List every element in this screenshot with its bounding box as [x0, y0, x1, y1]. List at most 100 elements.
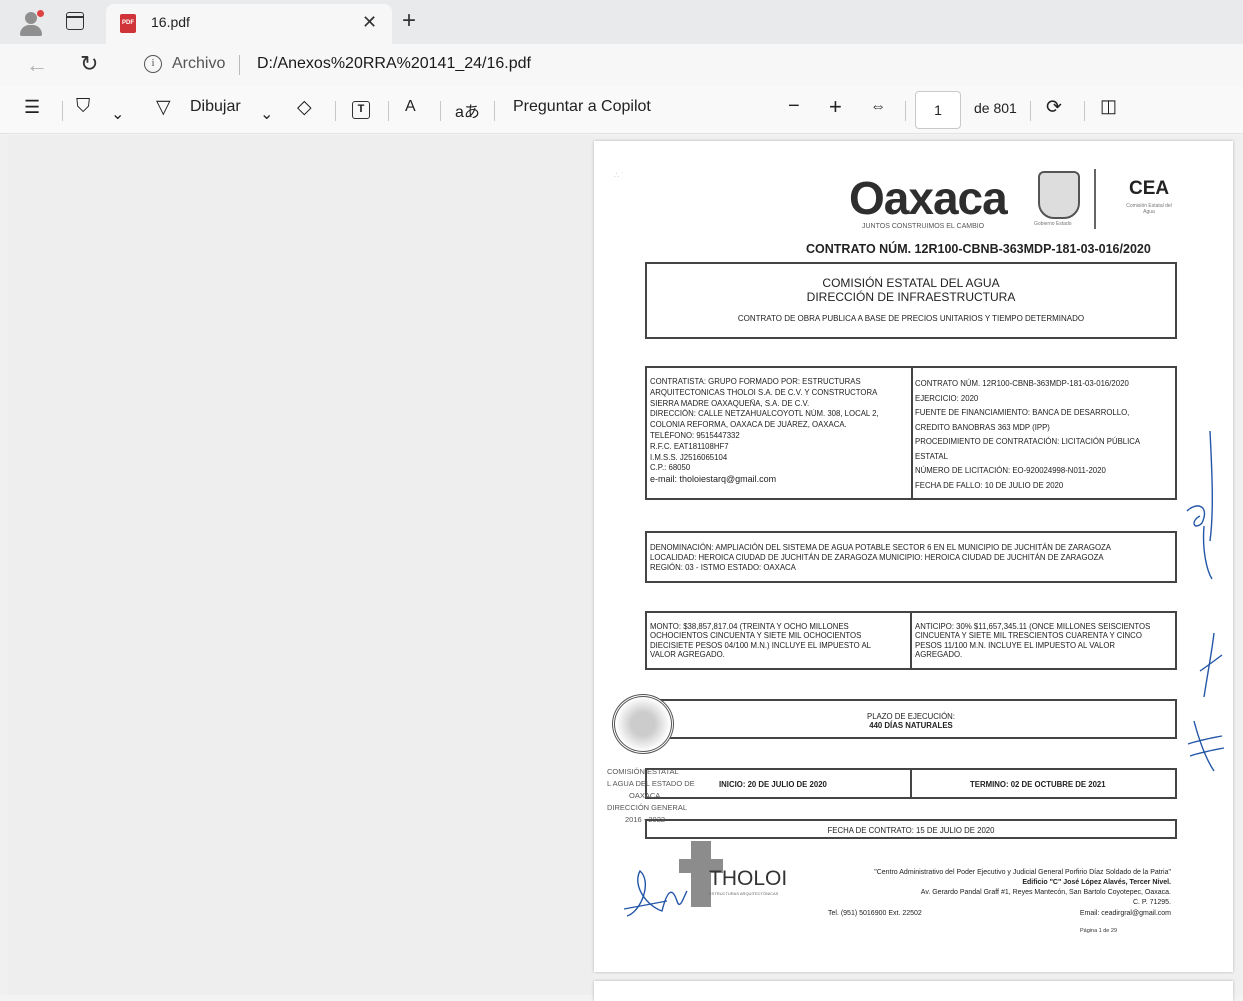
- contract-type: CONTRATO DE OBRA PUBLICA A BASE DE PRECI…: [737, 314, 1085, 323]
- contract-date: FECHA DE CONTRATO: 15 DE JULIO DE 2020: [827, 826, 995, 835]
- advance-line: ANTICIPO: 30% $11,657,345.11 (ONCE MILLO…: [915, 622, 1151, 631]
- contractor-email: e-mail: tholoiestarq@gmail.com: [650, 474, 777, 485]
- stamp-line: DIRECCIÓN GENERAL: [607, 803, 688, 812]
- contractor-line: TELÉFONO: 9515447332: [650, 430, 740, 440]
- contract-line: EJERCICIO: 2020: [915, 393, 979, 403]
- cea-subtitle: Comisión Estatal del Agua: [1126, 203, 1172, 215]
- term-text: PLAZO DE EJECUCIÓN: 440 DÍAS NATURALES: [647, 712, 1175, 730]
- contractor-line: I.M.S.S. J2516065104: [650, 452, 728, 462]
- page-number-input[interactable]: 1: [915, 91, 961, 129]
- address-separator: [239, 55, 240, 75]
- header-divider: [1094, 169, 1096, 229]
- amounts-box: MONTO: $38,857,817.04 (TREINTA Y OCHO MI…: [645, 611, 1177, 670]
- read-aloud-icon[interactable]: A: [405, 98, 416, 116]
- contract-line: CONTRATO NÚM. 12R100-CBNB-363MDP-181-03-…: [915, 379, 1129, 388]
- footer-line: C. P. 71295.: [1132, 899, 1171, 906]
- eraser-icon[interactable]: ◇: [297, 96, 312, 119]
- rotate-icon[interactable]: ⟳: [1046, 96, 1062, 119]
- close-tab-icon[interactable]: ✕: [362, 12, 377, 33]
- highlight-icon[interactable]: ⛉: [76, 96, 90, 118]
- toolbar-separator: [388, 101, 389, 121]
- page-view-icon[interactable]: ◫: [1100, 96, 1117, 117]
- profile-avatar-icon[interactable]: [18, 10, 44, 36]
- footer-phone: Tel. (951) 5016900 Ext. 22502: [828, 910, 922, 917]
- oaxaca-logo: Oaxaca: [849, 172, 1008, 224]
- origin-label: Archivo: [172, 55, 226, 72]
- chevron-down-icon[interactable]: ⌄: [111, 104, 124, 124]
- toolbar-separator: [1030, 101, 1031, 121]
- chevron-down-icon[interactable]: ⌄: [260, 104, 273, 124]
- oaxaca-tagline: JUNTOS CONSTRUIMOS EL CAMBIO: [862, 223, 985, 230]
- draw-button[interactable]: Dibujar: [190, 98, 241, 116]
- toolbar-separator: [494, 101, 495, 121]
- page-counter: Página 1 de 29: [1080, 928, 1118, 934]
- contract-line: FUENTE DE FINANCIAMIENTO: BANCA DE DESAR…: [915, 408, 1130, 417]
- locality-line: LOCALIDAD: HEROICA CIUDAD DE JUCHITÁN DE…: [650, 552, 1104, 562]
- term-label: PLAZO DE EJECUCIÓN:: [867, 712, 955, 721]
- amount-line: DIECISIETE PESOS 04/100 M.N.) INCLUYE EL…: [650, 640, 871, 650]
- contractor-line: R.F.C. EAT181108HF7: [650, 441, 729, 451]
- toolbar-separator: [335, 101, 336, 121]
- translate-icon[interactable]: aあ: [455, 98, 480, 122]
- dates-box: INICIO: 20 DE JULIO DE 2020 TERMINO: 02 …: [645, 768, 1177, 799]
- end-date: TERMINO: 02 DE OCTUBRE DE 2021: [970, 780, 1106, 789]
- reload-icon[interactable]: ↻: [80, 51, 98, 77]
- contractor-info: CONTRATISTA: GRUPO FORMADO POR: ESTRUCTU…: [650, 377, 910, 485]
- add-text-icon[interactable]: T: [352, 101, 370, 119]
- footer-line: Av. Gerardo Pandal Graff #1, Reyes Mante…: [920, 889, 1171, 896]
- amount-line: VALOR AGREGADO.: [650, 650, 725, 660]
- toolbar-separator: [62, 101, 63, 121]
- ask-copilot-button[interactable]: Preguntar a Copilot: [513, 98, 651, 116]
- amount-line: MONTO: $38,857,817.04 (TREINTA Y OCHO MI…: [650, 622, 849, 631]
- region-line: REGIÓN: 03 - ISTMO ESTADO: OAXACA: [650, 562, 796, 572]
- contractor-line: ARQUITECTONICAS THOLOI S.A. DE C.V. Y CO…: [650, 387, 878, 397]
- contract-line: NÚMERO DE LICITACIÓN: EO-920024998-N011-…: [915, 466, 1106, 475]
- info-icon[interactable]: i: [144, 55, 162, 73]
- seal-caption: Gobierno Estado: [1034, 221, 1072, 227]
- zoom-in-icon[interactable]: +: [829, 94, 842, 120]
- stamp-line: L AGUA DEL ESTADO DE: [607, 779, 695, 788]
- viewer-left-area: [8, 135, 593, 995]
- contract-info: CONTRATO NÚM. 12R100-CBNB-363MDP-181-03-…: [915, 377, 1175, 493]
- contractor-line: DIRECCIÓN: CALLE NETZAHUALCOYOTL NÚM. 30…: [650, 409, 879, 419]
- contract-line: CREDITO BANOBRAS 363 MDP (IPP): [915, 422, 1050, 432]
- page-total-label: de 801: [974, 100, 1017, 116]
- back-arrow-icon[interactable]: ←: [26, 52, 48, 78]
- stamp-line: COMISIÓN ESTATAL: [607, 767, 679, 776]
- tab-16-pdf[interactable]: PDF 16.pdf ✕: [106, 4, 392, 44]
- pdf-page-2: [594, 981, 1233, 1001]
- stamp-line: OAXACA: [629, 791, 661, 800]
- pdf-toolbar: ☰ ⛉ ⌄ ▽ Dibujar ⌄ ◇ T A aあ Preguntar a C…: [0, 86, 1243, 134]
- advance-line: PESOS 11/100 M.N. INCLUYE EL IMPUESTO AL…: [915, 640, 1116, 650]
- pdf-viewer[interactable]: ∴ ˙ Oaxaca JUNTOS CONSTRUIMOS EL CAMBIO …: [0, 135, 1243, 1001]
- draw-icon[interactable]: ▽: [156, 96, 171, 119]
- new-tab-icon[interactable]: +: [402, 7, 416, 35]
- denomination-line: DENOMINACIÓN: AMPLIACIÓN DEL SISTEMA DE …: [650, 543, 1111, 552]
- tab-actions-icon[interactable]: [66, 12, 84, 30]
- toolbar-separator: [1084, 101, 1085, 121]
- toolbar-separator: [440, 101, 441, 121]
- zoom-out-icon[interactable]: −: [788, 95, 800, 118]
- parties-box: CONTRATISTA: GRUPO FORMADO POR: ESTRUCTU…: [645, 366, 1177, 500]
- tab-strip: PDF 16.pdf ✕ +: [0, 0, 1243, 44]
- fit-width-icon[interactable]: ⇔: [870, 98, 886, 116]
- url-field[interactable]: D:/Anexos%20RRA%20141_24/16.pdf: [257, 55, 531, 73]
- denomination-text: DENOMINACIÓN: AMPLIACIÓN DEL SISTEMA DE …: [650, 543, 1174, 572]
- contractor-line: COLONIA REFORMA, OAXACA DE JUÁREZ, OAXAC…: [650, 420, 847, 430]
- footer-email: Email: ceadirgral@gmail.com: [1079, 910, 1171, 917]
- address-bar: ← ↻ i Archivo D:/Anexos%20RRA%20141_24/1…: [0, 44, 1243, 86]
- amount-line: OCHOCIENTOS CINCUENTA Y SIETE MIL OCHOCI…: [650, 631, 862, 641]
- contract-number: CONTRATO NÚM. 12R100-CBNB-363MDP-181-03-…: [806, 242, 1151, 256]
- table-of-contents-icon[interactable]: ☰: [24, 97, 40, 118]
- signature-bottom-left-icon: [623, 869, 688, 917]
- pdf-icon: PDF: [120, 14, 136, 33]
- footer-line: "Centro Administrativo del Poder Ejecuti…: [874, 869, 1171, 876]
- denomination-box: DENOMINACIÓN: AMPLIACIÓN DEL SISTEMA DE …: [645, 531, 1177, 583]
- tab-title: 16.pdf: [151, 14, 190, 30]
- pdf-page-1: ∴ ˙ Oaxaca JUNTOS CONSTRUIMOS EL CAMBIO …: [594, 141, 1233, 972]
- advance-line: AGREGADO.: [915, 650, 963, 660]
- contract-line: PROCEDIMIENTO DE CONTRATACIÓN: LICITACIÓ…: [915, 437, 1141, 446]
- scan-mark: ∴ ˙: [614, 171, 624, 180]
- contract-line: ESTATAL: [915, 451, 948, 461]
- contractor-line: SIERRA MADRE OAXAQUEÑA, S.A. DE C.V.: [650, 398, 810, 408]
